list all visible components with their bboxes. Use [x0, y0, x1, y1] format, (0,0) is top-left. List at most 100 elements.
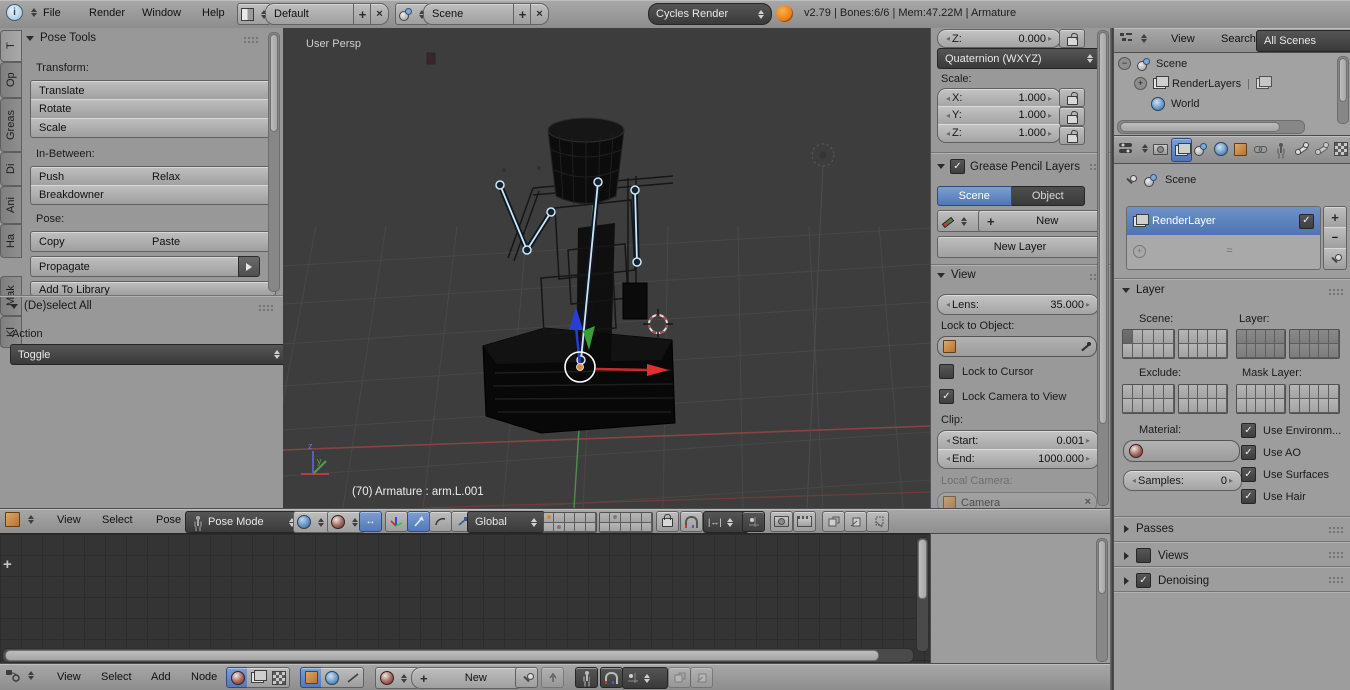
- tab-object-data[interactable]: [1271, 138, 1290, 160]
- layer-cell[interactable]: [544, 513, 555, 523]
- node-editor-canvas[interactable]: +: [0, 533, 930, 664]
- node-sidebar-scrollbar[interactable]: [1096, 538, 1108, 662]
- layer-cell[interactable]: [1207, 385, 1218, 399]
- use-ao-checkbox[interactable]: ✓: [1241, 445, 1256, 460]
- outliner-filter-select[interactable]: All Scenes: [1256, 30, 1350, 52]
- layer-cell[interactable]: [1198, 385, 1208, 399]
- mask-grid-2[interactable]: [1289, 384, 1340, 414]
- outliner-item-world[interactable]: World: [1151, 97, 1200, 111]
- gp-object-tab[interactable]: Object: [1011, 186, 1085, 206]
- render-opengl-anim-button[interactable]: [793, 511, 816, 532]
- lock-scale-z-button[interactable]: [1059, 126, 1085, 145]
- viewport-3d[interactable]: y z User Persp (70) Armature : arm.L.001: [283, 28, 930, 508]
- layer-cell[interactable]: [544, 522, 555, 532]
- transform-orientation-select[interactable]: Global: [467, 511, 545, 533]
- node-hscrollbar[interactable]: [2, 648, 914, 663]
- lock-scale-x-button[interactable]: [1059, 88, 1085, 107]
- layer-cell[interactable]: [1290, 330, 1300, 344]
- tab-object[interactable]: [1231, 138, 1250, 160]
- layer-layers-grid-2[interactable]: [1289, 329, 1340, 359]
- editor-type-properties[interactable]: [1118, 141, 1148, 155]
- scale-button[interactable]: Scale: [30, 118, 276, 138]
- layer-cell[interactable]: [1256, 385, 1266, 399]
- layer-cell[interactable]: [1153, 399, 1164, 413]
- layer-cell[interactable]: [1299, 344, 1310, 358]
- layer-cell[interactable]: [1319, 399, 1330, 413]
- paste-flipped-op-button[interactable]: [866, 511, 889, 532]
- layer-cell[interactable]: [1319, 385, 1330, 399]
- layer-cell[interactable]: [1123, 385, 1134, 399]
- layer-cell[interactable]: [1265, 344, 1276, 358]
- scale-y-field[interactable]: ◂ Y: 1.000 ▸: [937, 106, 1061, 125]
- node-group-button[interactable]: [575, 667, 598, 688]
- tree-type-shader-button[interactable]: [226, 667, 249, 688]
- lock-to-object-field[interactable]: [937, 336, 1097, 357]
- layer-cell[interactable]: [1299, 330, 1310, 344]
- layer-cell[interactable]: [1246, 385, 1257, 399]
- grease-pencil-checkbox[interactable]: ✓: [950, 159, 965, 174]
- layer-cell[interactable]: [564, 522, 576, 532]
- layer-cell[interactable]: [1299, 399, 1310, 413]
- propagate-options-button[interactable]: [238, 256, 260, 277]
- scale-z-field[interactable]: ◂ Z: 1.000 ▸: [937, 124, 1061, 143]
- outliner-menu-view[interactable]: View: [1162, 33, 1204, 45]
- editor-type-info[interactable]: i: [6, 4, 37, 21]
- layer-cell[interactable]: [1237, 385, 1247, 399]
- manipulator-rotate-button[interactable]: [429, 511, 452, 532]
- tree-type-texture-button[interactable]: [268, 667, 290, 688]
- layer-cell[interactable]: [1265, 399, 1276, 413]
- npanel-scrollbar[interactable]: [1097, 30, 1109, 506]
- layer-cell[interactable]: [1179, 385, 1189, 399]
- layer-cell[interactable]: [1256, 399, 1266, 413]
- layer-cell[interactable]: [1329, 344, 1339, 358]
- layer-cell[interactable]: [1329, 330, 1339, 344]
- shader-object-button[interactable]: [300, 667, 323, 688]
- layer-cell[interactable]: [1133, 330, 1144, 344]
- rotate-button[interactable]: Rotate: [30, 99, 276, 119]
- outliner-item-scene[interactable]: − Scene: [1118, 57, 1187, 71]
- layer-cell[interactable]: [1163, 344, 1174, 358]
- tree-type-compositing-button[interactable]: [247, 667, 269, 688]
- layer-cell[interactable]: [564, 513, 576, 523]
- layer-cell[interactable]: [1246, 330, 1257, 344]
- layer-cell[interactable]: [1188, 344, 1199, 358]
- layer-cell[interactable]: [1256, 330, 1266, 344]
- remove-renderlayer-button[interactable]: −: [1323, 227, 1347, 249]
- layer-cell[interactable]: [1329, 399, 1339, 413]
- layer-cell[interactable]: [610, 522, 621, 532]
- pin-renderlayer-button[interactable]: [1323, 248, 1347, 270]
- layer-cell[interactable]: [1143, 399, 1154, 413]
- samples-field[interactable]: ◂ Samples: 0 ▸: [1123, 470, 1242, 491]
- scene-layers-grid-1[interactable]: [1122, 329, 1175, 359]
- shader-linestyle-button[interactable]: [342, 667, 364, 688]
- add-inline-icon[interactable]: +: [1133, 244, 1146, 258]
- manipulator-axis-button[interactable]: [385, 511, 408, 532]
- layer-cell[interactable]: [610, 513, 621, 523]
- translate-button[interactable]: Translate: [30, 80, 276, 101]
- delete-layout-button[interactable]: ×: [370, 3, 389, 25]
- go-to-parent-button[interactable]: [541, 667, 564, 688]
- collapse-minus-icon[interactable]: −: [1118, 57, 1131, 70]
- layer-cell[interactable]: [1237, 330, 1247, 344]
- layer-cell[interactable]: [1275, 399, 1285, 413]
- layer-cell[interactable]: [1265, 385, 1276, 399]
- layer-cell[interactable]: [1123, 330, 1134, 344]
- rotation-z-field[interactable]: ◂ Z: 0.000 ▸: [937, 29, 1061, 48]
- layer-cell[interactable]: [1123, 344, 1134, 358]
- viewport-shading-selector[interactable]: [293, 511, 331, 533]
- layer-cell[interactable]: [1309, 330, 1320, 344]
- lock-camera-row[interactable]: ✓ Lock Camera to View: [939, 389, 1066, 404]
- material-new-button[interactable]: + New: [411, 667, 525, 689]
- mask-grid-1[interactable]: [1236, 384, 1286, 414]
- scene-layers-grid-2[interactable]: [1178, 329, 1228, 359]
- gp-scene-tab[interactable]: Scene: [937, 186, 1012, 206]
- layer-cell[interactable]: [1163, 330, 1174, 344]
- layers-grid-1[interactable]: [543, 512, 597, 533]
- node-paste-button[interactable]: [690, 667, 713, 688]
- propagate-button[interactable]: Propagate: [30, 256, 256, 277]
- layer-cell[interactable]: [1207, 330, 1218, 344]
- layer-cell[interactable]: [631, 522, 642, 532]
- use-hair-checkbox[interactable]: ✓: [1241, 489, 1256, 504]
- gp-new-button[interactable]: + New: [978, 210, 1103, 232]
- layer-layers-grid-1[interactable]: [1236, 329, 1286, 359]
